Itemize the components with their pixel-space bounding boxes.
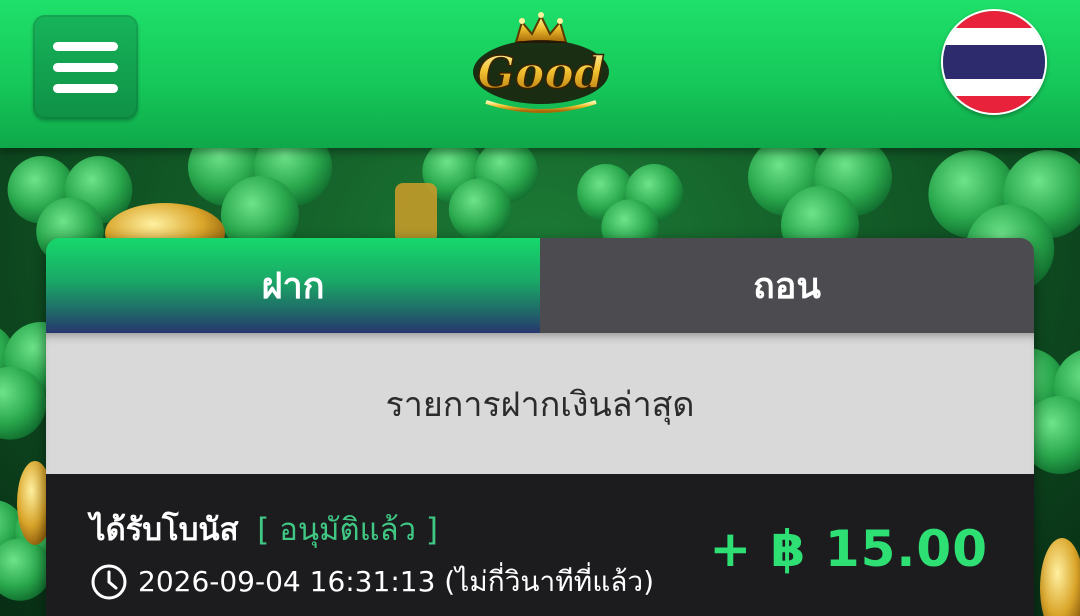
top-header: Good bbox=[0, 0, 1080, 148]
transaction-title: ได้รับโบนัส [ อนุมัติแล้ว ] bbox=[90, 504, 438, 554]
section-title: รายการฝากเงินล่าสุด bbox=[46, 333, 1034, 474]
tab-bar: ฝาก ถอน bbox=[46, 238, 1034, 333]
clock-icon bbox=[91, 564, 127, 600]
good-logo[interactable]: Good bbox=[468, 10, 614, 116]
logo-text: Good bbox=[477, 48, 604, 99]
hamburger-menu-icon-line bbox=[53, 63, 118, 72]
menu-button[interactable] bbox=[33, 15, 138, 119]
thailand-flag-icon[interactable] bbox=[941, 9, 1047, 115]
hamburger-menu-icon-line bbox=[53, 42, 118, 51]
transaction-type: ได้รับโบนัส bbox=[90, 512, 239, 548]
tab-deposit[interactable]: ฝาก bbox=[46, 238, 540, 333]
transaction-card: ฝาก ถอน รายการฝากเงินล่าสุด ได้รับโบนัส … bbox=[46, 238, 1034, 616]
transaction-amount: + ฿ 15.00 bbox=[709, 520, 988, 578]
transaction-row[interactable]: ได้รับโบนัส [ อนุมัติแล้ว ] 2026-09-04 1… bbox=[46, 474, 1034, 616]
transaction-status: [ อนุมัติแล้ว ] bbox=[257, 512, 438, 548]
hamburger-menu-icon-line bbox=[53, 84, 118, 93]
tab-withdraw[interactable]: ถอน bbox=[540, 238, 1034, 333]
transaction-datetime: 2026-09-04 16:31:13 (ไม่กี่วินาทีที่แล้ว… bbox=[138, 565, 655, 598]
transaction-time: 2026-09-04 16:31:13 (ไม่กี่วินาทีที่แล้ว… bbox=[90, 560, 654, 604]
